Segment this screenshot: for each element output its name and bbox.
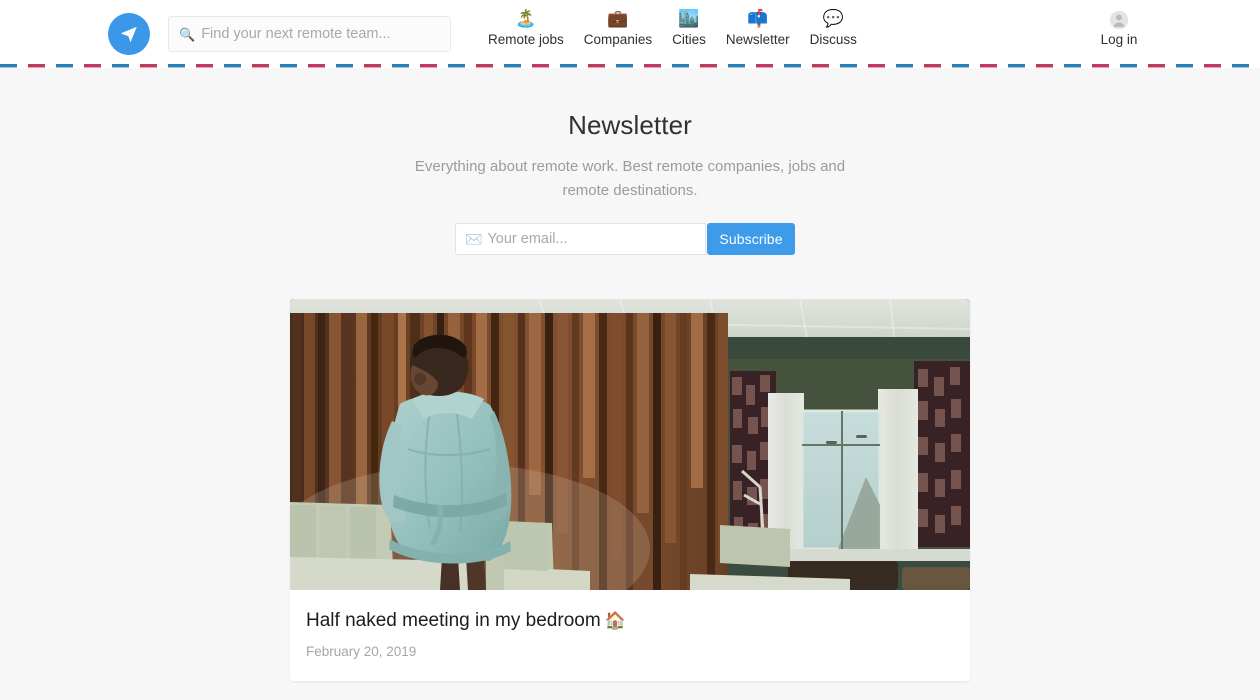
page-title: Newsletter <box>568 110 692 140</box>
article-title[interactable]: Half naked meeting in my bedroom 🏠 <box>306 608 954 634</box>
article-date: February 20, 2019 <box>306 644 417 659</box>
nav-label-discuss: Discuss <box>809 32 857 47</box>
site-logo[interactable] <box>108 13 150 55</box>
login-button[interactable]: Log in <box>1090 9 1148 49</box>
article-title-text: Half naked meeting in my bedroom <box>306 610 601 631</box>
nav-label-remote-jobs: Remote jobs <box>488 32 564 47</box>
mailbox-icon: 📫 <box>747 9 769 28</box>
search-box[interactable]: 🔍 <box>168 16 451 52</box>
airmail-stripe-divider <box>0 62 1260 68</box>
nav-item-cities[interactable]: 🏙️ Cities <box>662 9 716 49</box>
nav-item-remote-jobs[interactable]: 🏝️ Remote jobs <box>478 9 574 49</box>
desert-island-icon: 🏝️ <box>515 9 537 28</box>
page-subtitle: Everything about remote work. Best remot… <box>414 158 846 199</box>
speech-balloon-icon: 💬 <box>822 9 844 28</box>
email-input[interactable] <box>487 231 693 247</box>
article-card-body: Half naked meeting in my bedroom 🏠 Februa… <box>290 590 970 681</box>
search-input[interactable] <box>201 26 437 42</box>
subscribe-button[interactable]: Subscribe <box>707 223 795 255</box>
paper-plane-icon <box>118 23 140 45</box>
newsletter-subscribe-form: ✉️ Subscribe <box>455 223 805 255</box>
search-icon: 🔍 <box>179 26 196 42</box>
main-content: Newsletter Everything about remote work.… <box>0 68 1260 681</box>
avatar-icon <box>1109 9 1129 31</box>
email-field-wrapper[interactable]: ✉️ <box>455 223 706 255</box>
nav-label-companies: Companies <box>583 32 653 47</box>
cityscape-icon: 🏙️ <box>678 9 700 28</box>
nav-item-newsletter[interactable]: 📫 Newsletter <box>716 9 800 49</box>
article-card[interactable]: Half naked meeting in my bedroom 🏠 Februa… <box>290 299 970 681</box>
nav-item-companies[interactable]: 💼 Companies <box>574 9 662 49</box>
nav-item-discuss[interactable]: 💬 Discuss <box>800 9 867 49</box>
article-thumbnail[interactable] <box>290 299 970 590</box>
envelope-icon: ✉️ <box>465 231 483 247</box>
main-navigation: 🏝️ Remote jobs 💼 Companies 🏙️ Cities 📫 N… <box>478 9 867 49</box>
house-icon: 🏠 <box>604 611 626 630</box>
login-label: Log in <box>1100 32 1138 47</box>
briefcase-icon: 💼 <box>607 9 629 28</box>
nav-label-cities: Cities <box>672 32 706 47</box>
nav-label-newsletter: Newsletter <box>725 32 790 47</box>
site-header: 🔍 🏝️ Remote jobs 💼 Companies 🏙️ Cities 📫… <box>0 0 1260 68</box>
